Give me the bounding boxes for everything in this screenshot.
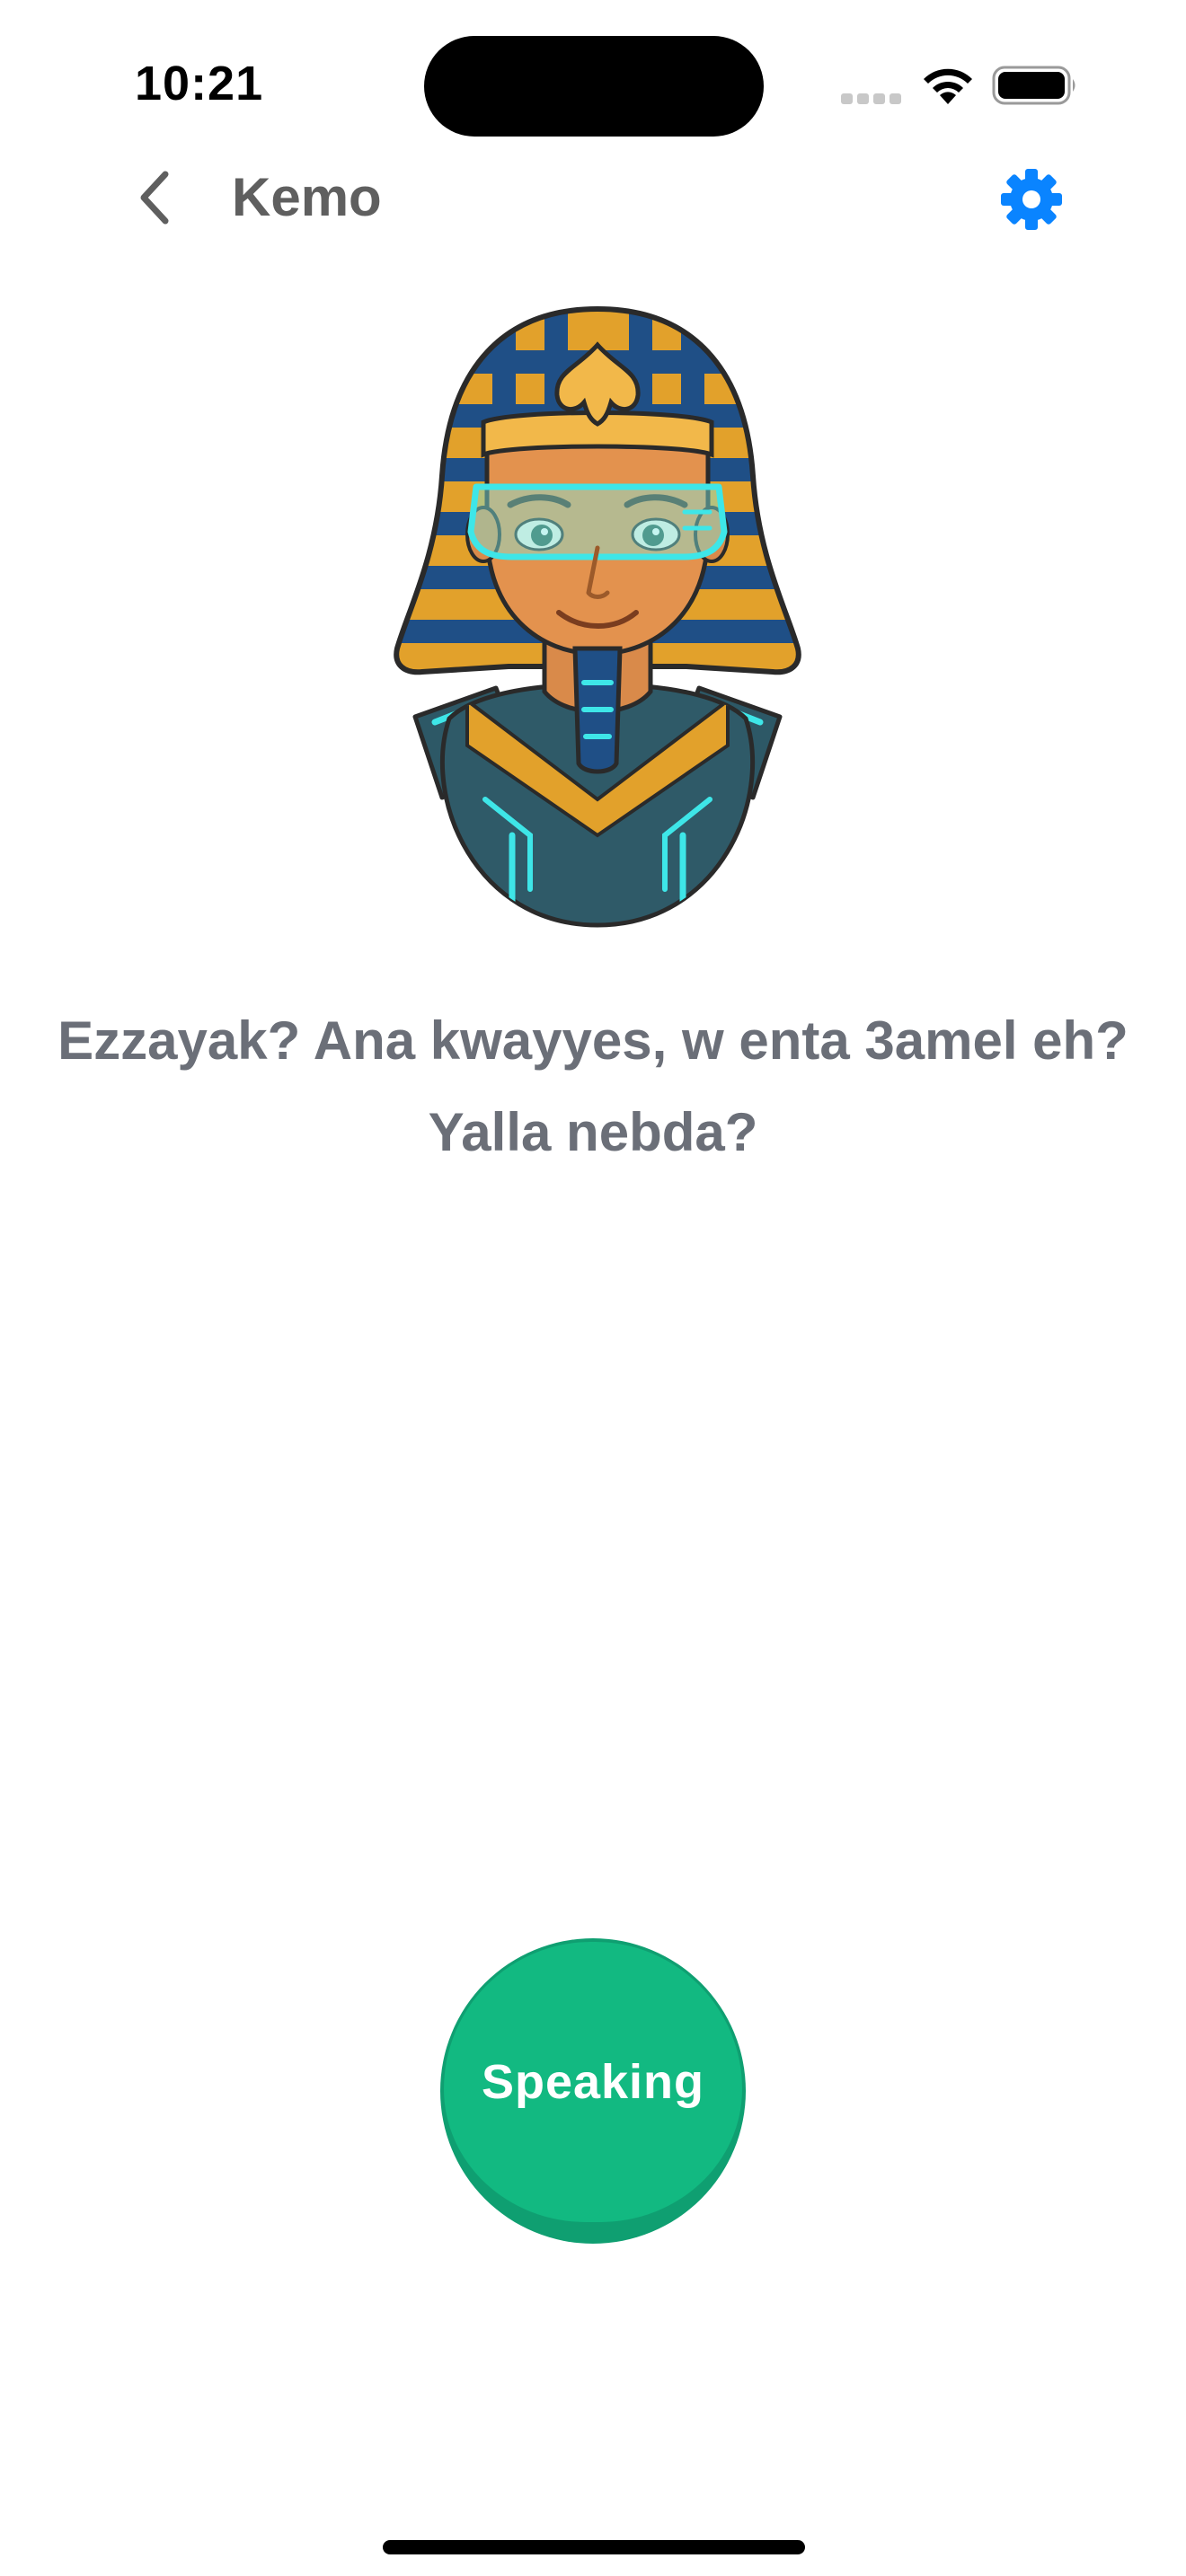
- page-title: Kemo: [232, 167, 382, 227]
- pharaoh-avatar: [394, 305, 801, 928]
- nav-bar: Kemo: [0, 153, 1186, 243]
- assistant-message: Ezzayak? Ana kwayyes, w enta 3amel eh? Y…: [58, 1010, 1128, 1162]
- wifi-icon: [924, 68, 972, 104]
- settings-button[interactable]: [996, 163, 1067, 235]
- dynamic-island: [424, 36, 764, 137]
- speaking-button[interactable]: Speaking: [440, 1938, 746, 2244]
- status-bar: 10:21: [0, 0, 1186, 171]
- gear-icon: [1001, 169, 1062, 230]
- status-time: 10:21: [135, 57, 264, 110]
- speaking-button-face: Speaking: [444, 1942, 742, 2222]
- speaking-label: Speaking: [481, 2055, 705, 2109]
- battery-icon: [992, 66, 1075, 105]
- chevron-left-icon: [140, 171, 169, 225]
- signal-icon: [841, 93, 901, 104]
- home-indicator[interactable]: [383, 2540, 805, 2554]
- back-button[interactable]: [119, 162, 190, 234]
